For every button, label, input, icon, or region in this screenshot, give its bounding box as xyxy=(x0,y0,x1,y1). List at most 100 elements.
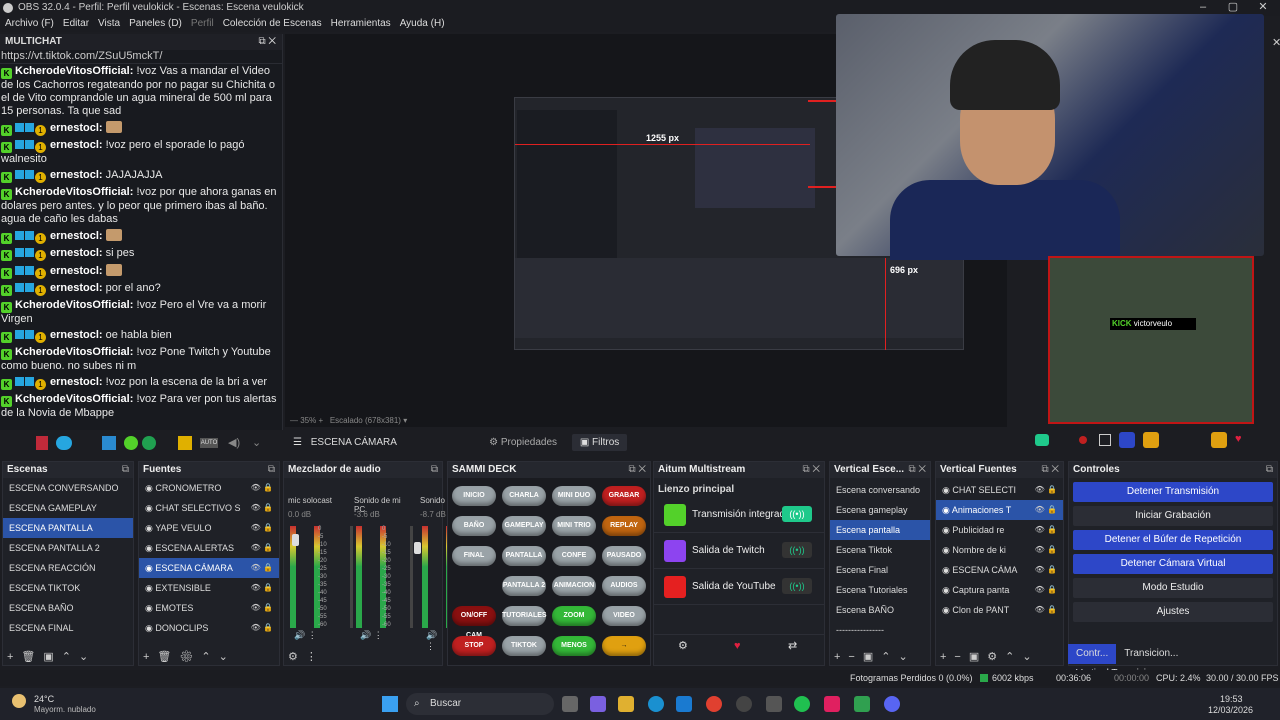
speaker-icon[interactable]: 🔊 ⋮ xyxy=(360,630,383,641)
edge-icon[interactable] xyxy=(648,696,664,712)
menu-item[interactable]: Editar xyxy=(63,18,89,29)
visibility-icon[interactable]: 👁 🔒 xyxy=(1035,500,1057,520)
menu-item[interactable]: Colección de Escenas xyxy=(223,18,322,29)
visibility-icon[interactable]: 👁 🔒 xyxy=(1035,580,1057,600)
hammer-icon[interactable] xyxy=(178,436,192,450)
control-button[interactable]: Detener Transmisión xyxy=(1073,482,1273,502)
sources-item[interactable]: ◉ EMOTES 👁 🔒 xyxy=(139,598,279,618)
control-button[interactable]: Ajustes xyxy=(1073,602,1273,622)
vscenes-item[interactable]: Escena gameplay xyxy=(830,500,930,520)
visibility-icon[interactable]: 👁 🔒 xyxy=(251,498,273,518)
visibility-icon[interactable]: 👁 🔒 xyxy=(251,618,273,638)
menu-item[interactable]: Paneles (D) xyxy=(129,18,182,29)
kick-icon[interactable] xyxy=(124,436,138,450)
sources-item[interactable]: ◉ EXTENSIBLE 👁 🔒 xyxy=(139,578,279,598)
vsources-item[interactable]: ◉ ESCENA CÁMA 👁 🔒 xyxy=(936,560,1063,580)
speaker-icon[interactable]: 🔊 ⋮ xyxy=(426,630,442,652)
scenes-item[interactable]: ESCENA FINAL xyxy=(3,618,133,638)
sammi-button[interactable]: PANTALLA 2 xyxy=(502,576,546,596)
visibility-icon[interactable]: 👁 🔒 xyxy=(251,598,273,618)
windows-start-icon[interactable] xyxy=(382,696,398,712)
copilot-icon[interactable] xyxy=(590,696,606,712)
scenes-item[interactable]: ESCENA PANTALLA xyxy=(3,518,133,538)
app-icon[interactable] xyxy=(766,696,782,712)
control-button[interactable]: Detener Cámara Virtual xyxy=(1073,554,1273,574)
sammi-button[interactable]: ON/OFF CAM xyxy=(452,606,496,639)
visibility-icon[interactable]: 👁 🔒 xyxy=(251,478,273,498)
scenes-item[interactable]: ESCENA TIKTOK xyxy=(3,578,133,598)
control-button[interactable]: Modo Estudio xyxy=(1073,578,1273,598)
vscenes-item[interactable]: Escena BAÑO xyxy=(830,600,930,620)
vscenes-item[interactable]: Escena Tiktok xyxy=(830,540,930,560)
chevron-down-icon[interactable]: ⌄ xyxy=(252,436,261,449)
sammi-button[interactable]: MINI DUO xyxy=(552,486,596,506)
control-button[interactable]: Detener el Búfer de Repetición xyxy=(1073,530,1273,550)
visibility-icon[interactable]: 👁 🔒 xyxy=(251,518,273,538)
visibility-icon[interactable]: 👁 🔒 xyxy=(251,538,273,558)
sammi-button[interactable]: TUTORIALES xyxy=(502,606,547,626)
sammi-button[interactable]: FINAL xyxy=(452,546,496,566)
vsources-item[interactable]: ◉ Nombre de ki 👁 🔒 xyxy=(936,540,1063,560)
vscenes-item[interactable]: Escena Tutoriales xyxy=(830,580,930,600)
close-icon[interactable]: ✕ xyxy=(1248,0,1278,14)
filters-button[interactable]: ▣ Filtros xyxy=(571,434,628,451)
scenes-toolbar[interactable]: +🗑▣⌃⌄ xyxy=(7,650,96,663)
sammi-button[interactable]: VIDEO xyxy=(602,606,646,626)
menu-item[interactable]: Archivo (F) xyxy=(5,18,54,29)
vscenes-item[interactable]: ---------------- xyxy=(830,620,930,640)
sammi-button[interactable]: PANTALLA xyxy=(502,546,546,566)
replay-icon[interactable] xyxy=(1119,432,1135,448)
sammi-button[interactable]: STOP xyxy=(452,636,496,656)
sources-item[interactable]: ◉ YAPE VEULO 👁 🔒 xyxy=(139,518,279,538)
visibility-icon[interactable]: 👁 🔒 xyxy=(251,578,273,598)
visibility-icon[interactable]: 👁 🔒 xyxy=(1035,600,1057,620)
minimize-icon[interactable]: – xyxy=(1188,0,1218,14)
stream-toggle-icon[interactable] xyxy=(1035,434,1049,446)
sammi-button[interactable]: CONFE xyxy=(552,546,596,566)
settings-gear-icon[interactable]: ⚙ xyxy=(678,635,688,657)
vscenes-item[interactable]: Escena Final xyxy=(830,560,930,580)
stop-icon[interactable] xyxy=(1099,434,1111,446)
chat-link[interactable]: https://vt.tiktok.com/ZSuU5mckT/ xyxy=(0,50,282,64)
menu-item[interactable]: Vista xyxy=(98,18,120,29)
sammi-button[interactable]: → xyxy=(602,636,646,656)
vertical-scenes-toolbar[interactable]: +−▣⌃⌄ xyxy=(834,650,916,663)
visibility-icon[interactable]: 👁 🔒 xyxy=(1035,480,1057,500)
vsources-item[interactable]: ◉ Clon de PANT 👁 🔒 xyxy=(936,600,1063,620)
outlook-icon[interactable] xyxy=(676,696,692,712)
scenes-item[interactable]: ESCENA BAÑO xyxy=(3,598,133,618)
controls-tab[interactable]: Transicion... xyxy=(1116,644,1186,664)
sammi-button[interactable]: MINI TRIO xyxy=(552,516,596,536)
fader-knob[interactable] xyxy=(292,534,299,546)
fader-knob[interactable] xyxy=(414,542,421,554)
tiktok-icon[interactable] xyxy=(824,696,840,712)
properties-button[interactable]: ⚙ Propiedades xyxy=(489,437,557,448)
sammi-button[interactable]: AUDIOS xyxy=(602,576,646,596)
sources-item[interactable]: ◉ CRONOMETRO 👁 🔒 xyxy=(139,478,279,498)
vscenes-item[interactable]: Escena conversando xyxy=(830,480,930,500)
sammi-button[interactable]: TIKTOK xyxy=(502,636,546,656)
sammi-button[interactable]: PAUSADO xyxy=(602,546,646,566)
vertical-sources-toolbar[interactable]: +−▣⚙⌃⌄ xyxy=(940,650,1040,663)
chat-bubble-icon[interactable] xyxy=(56,436,72,450)
discord-icon[interactable] xyxy=(884,696,900,712)
control-button[interactable]: Iniciar Grabación xyxy=(1073,506,1273,526)
maximize-icon[interactable]: ▢ xyxy=(1218,0,1248,14)
auto-icon[interactable]: AUTO xyxy=(200,438,218,448)
output-toggle[interactable]: ((•)) xyxy=(782,542,812,558)
sammi-button[interactable]: REPLAY xyxy=(602,516,646,536)
sources-item[interactable]: ◉ ESCENA ALERTAS 👁 🔒 xyxy=(139,538,279,558)
sammi-button[interactable]: MENOS xyxy=(552,636,596,656)
settings-icon[interactable] xyxy=(1211,432,1227,448)
virtual-cam-icon[interactable] xyxy=(1143,432,1159,448)
explorer-icon[interactable] xyxy=(618,696,634,712)
scenes-item[interactable]: ESCENA REACCIÓN xyxy=(3,558,133,578)
visibility-icon[interactable]: 👁 🔒 xyxy=(1035,560,1057,580)
heart-icon[interactable]: ♥ xyxy=(1235,433,1242,445)
sources-toolbar[interactable]: +🗑⚙⌃⌄ xyxy=(143,650,236,663)
scenes-item[interactable]: ESCENA PANTALLA 2 xyxy=(3,538,133,558)
obs-taskbar-icon[interactable] xyxy=(736,696,752,712)
sammi-icon[interactable] xyxy=(854,696,870,712)
sources-item[interactable]: ◉ ESCENA CÁMARA 👁 🔒 xyxy=(139,558,279,578)
scenes-item[interactable]: ESCENA GAMEPLAY xyxy=(3,498,133,518)
